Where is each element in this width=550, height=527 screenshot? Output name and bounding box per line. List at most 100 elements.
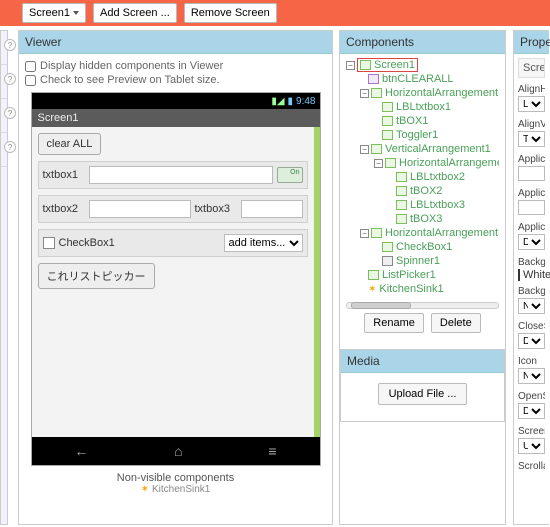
tree-node[interactable]: tBOX1 xyxy=(396,115,428,127)
wifi-icon: ▮◢ xyxy=(271,96,284,107)
label-txtbox3: txtbox3 xyxy=(195,203,237,215)
open-anim-select[interactable]: Default xyxy=(518,403,545,419)
orientation-select[interactable]: Unspecified xyxy=(518,438,545,454)
tree-node[interactable]: HorizontalArrangement3 xyxy=(385,227,499,239)
background-color-picker[interactable]: White xyxy=(518,269,545,281)
clear-all-button[interactable]: clear ALL xyxy=(38,133,102,155)
close-anim-select[interactable]: Default xyxy=(518,333,545,349)
palette-strip: ? ? ? ? xyxy=(0,30,8,525)
prop-label: OpenScreenAnimation xyxy=(518,391,545,402)
properties-panel: Properties Screen1 AlignHorizontal Left … xyxy=(513,30,549,525)
background-image-select[interactable]: None... xyxy=(518,298,545,314)
android-navbar: ← ⌂ ≡ xyxy=(32,437,320,465)
display-hidden-checkbox[interactable]: Display hidden components in Viewer xyxy=(25,60,326,72)
checkbox-1[interactable] xyxy=(43,237,55,249)
nonvis-title: Non-visible components xyxy=(25,472,326,484)
color-swatch-icon xyxy=(518,269,520,281)
tree-node[interactable]: Spinner1 xyxy=(396,255,440,267)
components-panel: Components −Screen1 btnCLEARALL −Horizon… xyxy=(339,30,506,525)
application-package-input[interactable] xyxy=(518,200,545,215)
kitchensink-icon: ✶ xyxy=(368,284,376,295)
tablet-preview-checkbox[interactable]: Check to see Preview on Tablet size. xyxy=(25,74,326,86)
prop-label: Scrollable xyxy=(518,461,545,472)
collapse-icon[interactable]: − xyxy=(360,89,369,98)
nonvis-item[interactable]: KitchenSink1 xyxy=(152,484,210,495)
tree-node[interactable]: LBLtxtbox2 xyxy=(410,171,465,183)
collapse-icon[interactable]: − xyxy=(360,229,369,238)
status-bar: ▮◢ ▮ 9:48 xyxy=(32,93,320,109)
add-screen-button[interactable]: Add Screen ... xyxy=(93,3,177,23)
tree-node[interactable]: LBLtxtbox3 xyxy=(410,199,465,211)
prop-label: AlignVertical xyxy=(518,119,545,130)
properties-target: Screen1 xyxy=(518,58,545,78)
horizontal-arrangement-3: CheckBox1 add items... xyxy=(38,229,308,257)
delete-button[interactable]: Delete xyxy=(431,313,481,333)
prop-label: AlignHorizontal xyxy=(518,84,545,95)
list-picker-button[interactable]: これリストピッカー xyxy=(38,263,155,289)
kitchensink-icon: ✶ xyxy=(141,484,149,495)
screen-dropdown[interactable]: Screen1 xyxy=(22,3,86,23)
application-style-select[interactable]: Default xyxy=(518,234,545,250)
home-icon[interactable]: ⌂ xyxy=(174,443,182,459)
prop-label: ApplicationStyle xyxy=(518,222,545,233)
spinner-1[interactable]: add items... xyxy=(224,234,303,252)
recent-icon[interactable]: ≡ xyxy=(268,443,276,459)
prop-label: Icon xyxy=(518,356,545,367)
rename-button[interactable]: Rename xyxy=(364,313,424,333)
media-title: Media xyxy=(341,350,504,373)
remove-screen-button[interactable]: Remove Screen xyxy=(184,3,277,23)
checkbox-label: CheckBox1 xyxy=(59,237,115,249)
icon-select[interactable]: None... xyxy=(518,368,545,384)
signal-icon: ▮ xyxy=(288,96,294,107)
application-name-input[interactable] xyxy=(518,166,545,181)
tree-node[interactable]: btnCLEARALL xyxy=(382,73,454,85)
align-vertical-select[interactable]: Top xyxy=(518,131,545,147)
tree-node[interactable]: tBOX2 xyxy=(410,185,442,197)
component-tree[interactable]: −Screen1 btnCLEARALL −HorizontalArrangem… xyxy=(346,58,499,296)
non-visible-components: Non-visible components ✶KitchenSink1 xyxy=(25,466,326,505)
tree-scrollbar[interactable] xyxy=(346,302,499,309)
help-icon[interactable]: ? xyxy=(4,39,16,51)
toggler[interactable] xyxy=(277,167,303,183)
viewer-panel: Viewer Display hidden components in View… xyxy=(18,30,333,525)
prop-label: ApplicationPackage xyxy=(518,188,545,199)
screen-dropdown-label: Screen1 xyxy=(29,7,70,19)
collapse-icon[interactable]: − xyxy=(346,61,355,70)
components-title: Components xyxy=(340,31,505,54)
tree-node[interactable]: ListPicker1 xyxy=(382,269,436,281)
tree-node[interactable]: HorizontalArrangement xyxy=(399,157,499,169)
tree-node[interactable]: Toggler1 xyxy=(396,129,438,141)
prop-label: BackgroundImage xyxy=(518,286,545,297)
textbox-1[interactable] xyxy=(89,166,273,184)
upload-file-button[interactable]: Upload File ... xyxy=(378,383,468,405)
help-icon[interactable]: ? xyxy=(4,73,16,85)
media-panel: Media Upload File ... xyxy=(340,349,505,422)
tree-node[interactable]: HorizontalArrangement1 xyxy=(385,87,499,99)
caret-down-icon xyxy=(73,11,79,15)
app-bar: Screen1 xyxy=(32,109,320,127)
help-icon[interactable]: ? xyxy=(4,141,16,153)
prop-label: CloseScreenAnimation xyxy=(518,321,545,332)
textbox-3[interactable] xyxy=(241,200,303,218)
align-horizontal-select[interactable]: Left xyxy=(518,96,545,112)
help-icon[interactable]: ? xyxy=(4,107,16,119)
properties-title: Properties xyxy=(514,31,549,54)
textbox-2[interactable] xyxy=(89,200,191,218)
horizontal-arrangement-1: txtbox1 xyxy=(38,161,308,189)
tree-node[interactable]: CheckBox1 xyxy=(396,241,452,253)
prop-label: ScreenOrientation xyxy=(518,426,545,437)
collapse-icon[interactable]: − xyxy=(374,159,383,168)
tree-node[interactable]: KitchenSink1 xyxy=(379,283,443,295)
horizontal-arrangement-2: txtbox2 txtbox3 xyxy=(38,195,308,223)
tree-node[interactable]: tBOX3 xyxy=(410,213,442,225)
tree-node[interactable]: VerticalArrangement1 xyxy=(385,143,491,155)
clock: 9:48 xyxy=(296,96,315,107)
back-icon[interactable]: ← xyxy=(74,443,88,459)
label-txtbox2: txtbox2 xyxy=(43,203,85,215)
tree-node[interactable]: LBLtxtbox1 xyxy=(396,101,451,113)
tree-node-screen1[interactable]: Screen1 xyxy=(357,58,418,72)
collapse-icon[interactable]: − xyxy=(360,145,369,154)
prop-label: BackgroundColor xyxy=(518,257,545,268)
viewer-title: Viewer xyxy=(19,31,332,54)
phone-preview: ▮◢ ▮ 9:48 Screen1 clear ALL txtbox1 txtb… xyxy=(31,92,321,466)
